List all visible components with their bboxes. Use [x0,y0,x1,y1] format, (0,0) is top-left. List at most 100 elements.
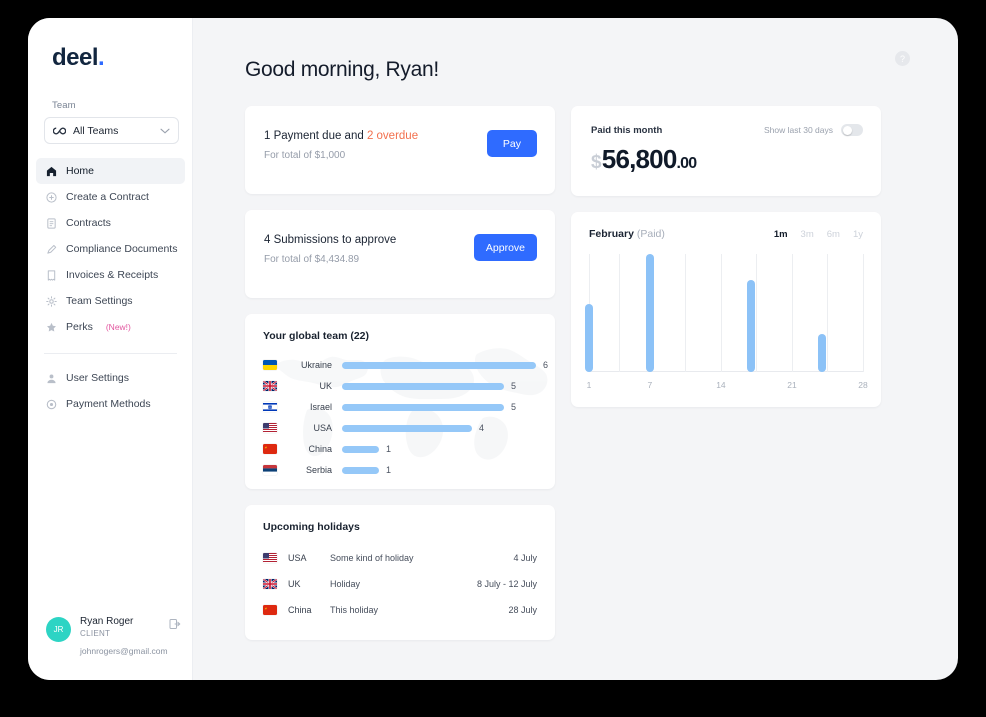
star-icon [45,321,57,333]
country-bar [342,361,536,369]
submissions-subtitle: For total of $4,434.89 [264,254,360,265]
logout-icon[interactable] [169,618,181,630]
sidebar-item-user-settings[interactable]: User Settings [28,365,193,391]
document-icon [45,217,57,229]
home-icon [45,165,57,177]
primary-nav: Home Create a Contract Contracts Complia… [28,158,193,340]
chart-range-tabs: 1m 3m 6m 1y [774,229,863,240]
country-name: Serbia [305,465,332,475]
chart-plot-area [585,254,864,372]
approve-button[interactable]: Approve [473,234,537,261]
chart-gridline [720,254,722,372]
chart-x-tick-label: 1 [586,380,592,390]
dashboard-columns: 1 Payment due and 2 overdue For total of… [245,106,910,656]
chart-title: February (Paid) [589,228,665,240]
country-name: UK [319,381,332,391]
range-tab-1y[interactable]: 1y [853,229,863,240]
chart-gridline [619,254,621,372]
usa-flag-icon [263,423,277,433]
upcoming-holidays-card: Upcoming holidays USA Some kind of holid… [245,505,555,640]
chart-bar[interactable] [645,254,654,372]
country-bar-wrap: 1 [342,465,537,475]
holiday-row: UK Holiday 8 July - 12 July [263,571,537,597]
global-team-heading: Your global team (22) [263,330,369,342]
holiday-country: UK [288,579,301,589]
paid-header: Paid this month Show last 30 days [591,124,863,136]
page-title: Good morning, Ryan! [245,58,439,81]
chart-x-tick-label: 21 [787,380,797,390]
country-bar [342,382,504,390]
israel-flag-icon [263,402,277,412]
ukraine-flag-icon [263,360,277,370]
user-profile[interactable]: JR Ryan Roger CLIENT johnrogers@gmail.co… [28,615,193,658]
amount-cents: .00 [676,155,698,172]
chart-gridline [827,254,829,372]
country-value: 5 [511,381,517,391]
range-tab-6m[interactable]: 6m [827,229,840,240]
sidebar-item-label: Contracts [66,217,111,229]
holidays-heading: Upcoming holidays [263,521,360,533]
last-30-days-toggle[interactable] [841,124,863,136]
holiday-name: Some kind of holiday [330,553,414,563]
team-row: UK 5 [263,376,537,396]
pen-icon [45,243,57,255]
user-icon [45,372,57,384]
country-bar-wrap: 5 [342,381,537,391]
team-row: Serbia 1 [263,460,537,480]
country-name: Ukraine [300,360,332,370]
country-bar-wrap: 1 [342,444,537,454]
range-tab-1m[interactable]: 1m [774,229,788,240]
payment-overdue-count: 2 overdue [366,130,419,142]
country-bar-wrap: 6 [342,360,548,370]
last-30-days-toggle-wrap[interactable]: Show last 30 days [764,124,863,136]
app-window: deel. Team All Teams Home Create a Contr… [28,18,958,680]
gear-icon [45,295,57,307]
chart-bar[interactable] [818,334,827,372]
sidebar-item-payment-methods[interactable]: Payment Methods [28,391,193,417]
china-flag-icon [263,444,277,454]
sidebar-item-invoices-receipts[interactable]: Invoices & Receipts [28,262,193,288]
payment-due-text: 1 Payment due and 2 overdue For total of… [264,128,418,161]
holiday-date: 8 July - 12 July [476,579,537,589]
receipt-icon [45,269,57,281]
sidebar-item-home[interactable]: Home [36,158,185,184]
sidebar-item-label: User Settings [66,372,130,384]
sidebar-item-create-a-contract[interactable]: Create a Contract [28,184,193,210]
payment-due-subtitle: For total of $1,000 [264,150,346,161]
user-name: Ryan Roger [80,616,134,627]
sidebar-item-contracts[interactable]: Contracts [28,210,193,236]
range-tab-3m[interactable]: 3m [801,229,814,240]
chart-bar[interactable] [747,279,756,372]
global-team-card: Your global team (22) Ukraine 6 UK 5 Isr… [245,314,555,489]
monthly-chart-card: February (Paid) 1m 3m 6m 1y 1 7 14 21 28 [571,212,881,407]
sidebar-item-perks[interactable]: Perks (New!) [28,314,193,340]
sidebar-item-label: Payment Methods [66,398,151,410]
sidebar-item-label: Team Settings [66,295,133,307]
sidebar-item-label: Create a Contract [66,191,149,203]
sidebar-item-compliance-documents[interactable]: Compliance Documents [28,236,193,262]
holiday-country: USA [288,553,307,563]
question-mark-icon[interactable]: ? [895,51,910,66]
holiday-rows: USA Some kind of holiday 4 July UK Holid… [263,545,537,623]
team-row: USA 4 [263,418,537,438]
pay-button[interactable]: Pay [486,130,537,157]
uk-flag-icon [263,381,277,391]
country-name: USA [313,423,332,433]
submissions-title: 4 Submissions to approve [264,234,397,246]
perks-new-badge: (New!) [105,322,131,332]
country-bar-wrap: 4 [342,423,537,433]
chart-status: (Paid) [636,228,665,240]
sidebar-item-label: Home [66,165,95,177]
sidebar-item-team-settings[interactable]: Team Settings [28,288,193,314]
paid-amount: $56,800.00 [591,144,863,175]
brand-logo[interactable]: deel. [28,18,193,72]
country-bar [342,403,504,411]
brand-dot: . [98,44,105,71]
country-bar [342,466,379,474]
chart-bar[interactable] [585,303,593,372]
sidebar-item-label: Perks [66,321,93,333]
team-select[interactable]: All Teams [44,117,179,144]
chart-gridline [791,254,793,372]
credit-card-icon [45,398,57,410]
team-select-value: All Teams [73,124,119,137]
